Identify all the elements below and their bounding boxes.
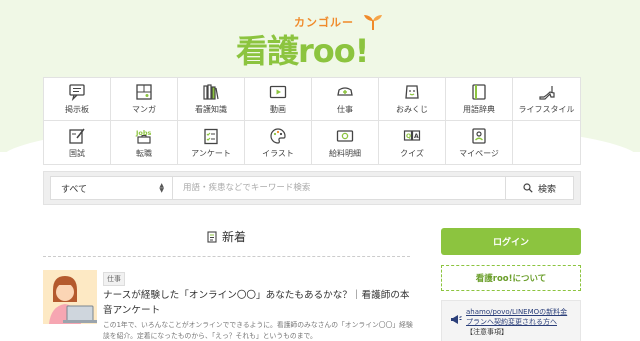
article-excerpt: この1年で、いろんなことがオンラインでできるように。看護師のみなさんの「オンライ… xyxy=(103,321,413,340)
category-menu: 掲示板 マンガ 看護知識 動画 仕事 おみくじ 用語辞典 ライフスタイル 国試 … xyxy=(43,77,581,165)
menu-label: 仕事 xyxy=(337,105,353,114)
article-category-badge[interactable]: 仕事 xyxy=(103,272,125,286)
search-input[interactable] xyxy=(173,177,505,199)
menu-label: 看護知識 xyxy=(195,105,227,114)
logo-wordmark: 看護roo! xyxy=(236,32,369,70)
menu-label: 動画 xyxy=(270,105,286,114)
menu-item-dictionary[interactable]: 用語辞典 xyxy=(446,78,513,121)
menu-item-quiz[interactable]: QA クイズ xyxy=(379,121,446,164)
video-icon xyxy=(269,85,287,99)
quiz-icon: QA xyxy=(403,129,421,141)
menu-label: 転職 xyxy=(136,148,152,158)
omikuji-icon xyxy=(405,85,419,99)
article-thumbnail[interactable] xyxy=(43,270,97,324)
menu-label: マイページ xyxy=(459,148,499,158)
select-caret-icon: ▲ ▼ xyxy=(159,182,164,194)
jobs-icon: Jobs xyxy=(135,129,152,144)
menu-label: クイズ xyxy=(400,148,424,158)
new-section-title: 新着 xyxy=(221,230,246,244)
nurse-cap-icon xyxy=(337,87,353,96)
menu-item-bulletin-board[interactable]: 掲示板 xyxy=(44,78,111,121)
menu-item-work[interactable]: 仕事 xyxy=(312,78,379,121)
my-page-icon xyxy=(472,127,486,144)
section-divider xyxy=(43,256,410,257)
menu-label: 用語辞典 xyxy=(463,105,495,114)
notice-note: 【注意事項】 xyxy=(466,328,508,336)
menu-label: 掲示板 xyxy=(65,105,89,114)
notice-box: ahamo/povo/LINEMOの新料金プランへ契約変更される方へ 【注意事項… xyxy=(441,300,581,341)
nurse-laptop-illustration xyxy=(43,270,97,324)
menu-label: ライフスタイル xyxy=(518,105,575,114)
search-category-select[interactable]: すべて ▲ ▼ xyxy=(51,177,173,199)
svg-text:A: A xyxy=(414,133,419,140)
menu-item-my-page[interactable]: マイページ xyxy=(446,121,513,164)
menu-label: イラスト xyxy=(262,148,294,158)
about-button[interactable]: 看護roo!について xyxy=(441,265,581,291)
menu-item-job-change[interactable]: Jobs 転職 xyxy=(111,121,178,164)
site-logo[interactable]: カンゴルー 看護roo! xyxy=(236,6,406,70)
article-title[interactable]: ナースが経験した「オンライン〇〇」あなたもあるかな？｜看護師の本音アンケート xyxy=(103,288,413,318)
manga-icon xyxy=(136,84,152,100)
exam-icon xyxy=(69,128,85,144)
search-category-value: すべて xyxy=(61,184,88,195)
search-button[interactable]: 検索 xyxy=(505,177,573,199)
menu-label: おみくじ xyxy=(396,105,428,114)
bulletin-board-icon xyxy=(69,84,85,101)
menu-item-salary[interactable]: 給料明細 xyxy=(312,121,379,164)
menu-item-survey[interactable]: アンケート xyxy=(178,121,245,164)
dictionary-icon xyxy=(472,84,486,100)
money-icon xyxy=(336,129,354,142)
menu-label: アンケート xyxy=(191,148,231,158)
search-icon xyxy=(523,183,533,193)
svg-text:Q: Q xyxy=(406,133,411,140)
menu-item-manga[interactable]: マンガ xyxy=(111,78,178,121)
menu-empty-cell xyxy=(513,121,580,164)
menu-label: 給料明細 xyxy=(329,148,361,158)
menu-label: 国試 xyxy=(69,148,85,158)
document-icon xyxy=(207,230,217,243)
menu-item-nursing-knowledge[interactable]: 看護知識 xyxy=(178,78,245,121)
palette-icon xyxy=(270,127,286,144)
menu-item-lifestyle[interactable]: ライフスタイル xyxy=(513,78,580,121)
menu-item-illustration[interactable]: イラスト xyxy=(245,121,312,164)
menu-item-national-exam[interactable]: 国試 xyxy=(44,121,111,164)
menu-item-omikuji[interactable]: おみくじ xyxy=(379,78,446,121)
search-bar: すべて ▲▼ 検索 xyxy=(43,171,581,205)
new-section-heading: 新着 xyxy=(43,222,410,258)
menu-item-video[interactable]: 動画 xyxy=(245,78,312,121)
megaphone-icon xyxy=(451,315,462,324)
login-button[interactable]: ログイン xyxy=(441,228,581,255)
books-icon xyxy=(203,84,219,100)
survey-icon xyxy=(204,128,218,144)
notice-link[interactable]: ahamo/povo/LINEMOの新料金プランへ契約変更される方へ xyxy=(466,308,567,326)
search-box: すべて ▲▼ 検索 xyxy=(50,176,574,200)
menu-label: マンガ xyxy=(132,105,156,114)
high-heel-icon xyxy=(538,86,555,100)
search-button-label: 検索 xyxy=(537,184,556,195)
